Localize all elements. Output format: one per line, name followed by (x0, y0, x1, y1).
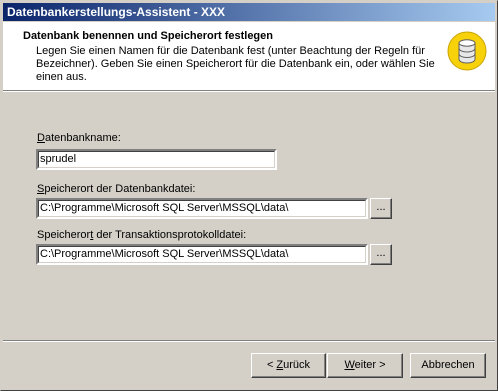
db-name-label-text: atenbankname: (44, 132, 121, 144)
db-name-value: sprudel (40, 153, 77, 165)
footer-divider (3, 340, 495, 342)
data-file-label-text: peicherort der Datenbankdatei: (44, 183, 196, 195)
cancel-button[interactable]: Abbrechen (410, 353, 486, 378)
log-file-location-value: C:\Programme\Microsoft SQL Server\MSSQL\… (40, 248, 289, 260)
header-divider (3, 90, 495, 92)
log-file-browse-button[interactable]: ... (370, 244, 392, 265)
log-file-label-pre: Speicheror (37, 229, 91, 241)
next-button[interactable]: Weiter > (327, 353, 403, 378)
wizard-header: Datenbank benennen und Speicherort festl… (3, 22, 495, 90)
db-name-label: Datenbankname: (37, 132, 121, 144)
header-description: Legen Sie einen Namen für die Datenbank … (36, 45, 435, 83)
header-title: Datenbank benennen und Speicherort festl… (23, 30, 273, 42)
data-file-label: Speicherort der Datenbankdatei: (37, 183, 195, 195)
title-bar[interactable]: Datenbankerstellungs-Assistent - XXX (3, 3, 495, 21)
wizard-window: Datenbankerstellungs-Assistent - XXX Dat… (0, 0, 498, 391)
data-file-location-input[interactable]: C:\Programme\Microsoft SQL Server\MSSQL\… (36, 198, 368, 219)
log-file-label-text: der Transaktionsprotokolldatei: (93, 229, 247, 241)
db-name-label-accel: D (37, 132, 45, 144)
db-name-input[interactable]: sprudel (36, 149, 277, 170)
back-button[interactable]: < Zurück (251, 353, 326, 378)
window-title: Datenbankerstellungs-Assistent - XXX (7, 5, 226, 19)
log-file-location-input[interactable]: C:\Programme\Microsoft SQL Server\MSSQL\… (36, 244, 368, 265)
log-file-label: Speicherort der Transaktionsprotokolldat… (37, 229, 246, 241)
data-file-browse-button[interactable]: ... (370, 198, 392, 219)
database-icon (447, 31, 487, 71)
data-file-location-value: C:\Programme\Microsoft SQL Server\MSSQL\… (40, 202, 289, 214)
